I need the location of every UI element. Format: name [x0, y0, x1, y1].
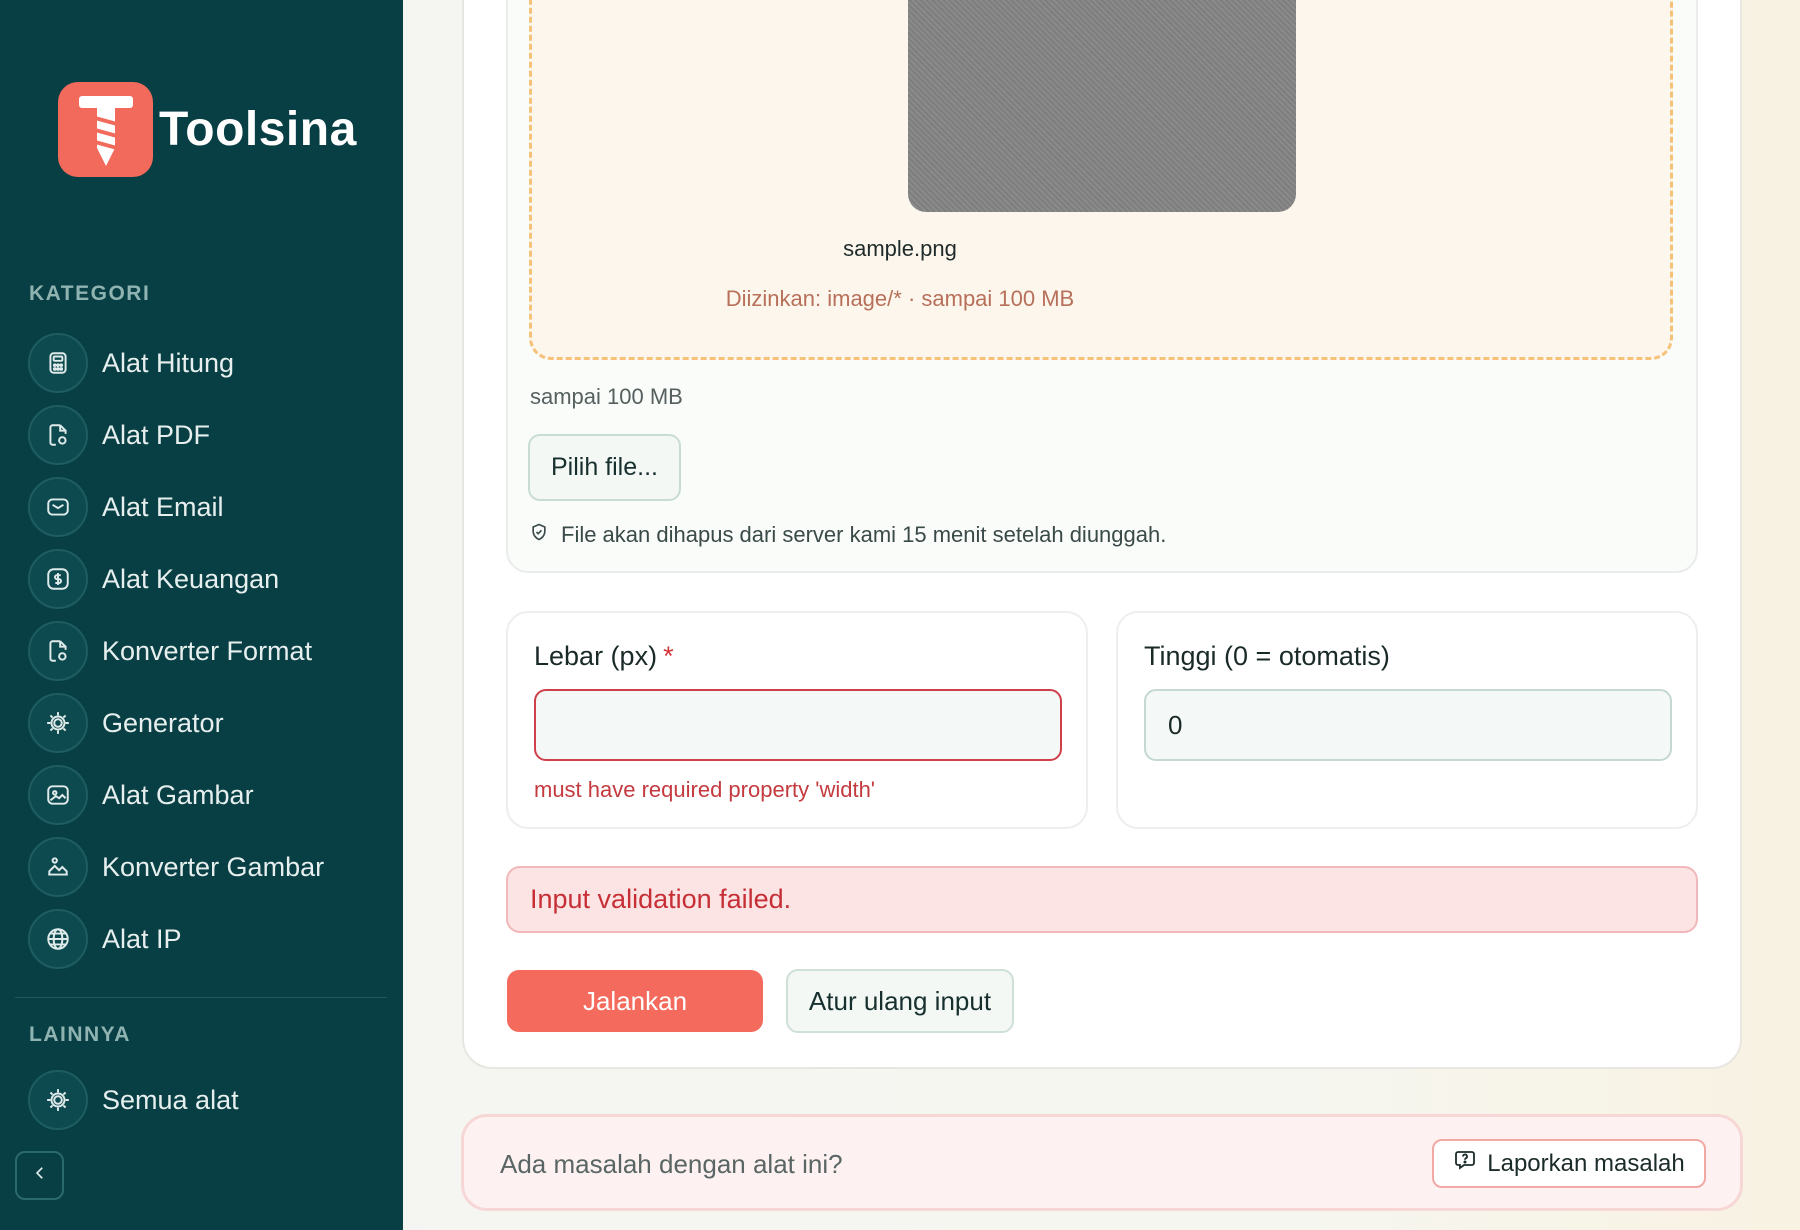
- width-label-text: Lebar (px): [534, 641, 658, 671]
- height-input[interactable]: [1144, 689, 1672, 761]
- sidebar-item-alat-keuangan[interactable]: Alat Keuangan: [28, 549, 388, 609]
- report-problem-button[interactable]: Laporkan masalah: [1432, 1139, 1706, 1188]
- sidebar-item-label: Generator: [102, 707, 224, 738]
- sidebar-item-label: Alat IP: [102, 923, 182, 954]
- size-limit-text: sampai 100 MB: [530, 384, 683, 409]
- chip-icon: [28, 1070, 88, 1130]
- image-preview: [908, 0, 1296, 212]
- screw-logo-icon: [58, 82, 153, 177]
- sidebar-item-label: Konverter Format: [102, 635, 313, 666]
- globe-icon: [28, 909, 88, 969]
- deletion-notice: File akan dihapus dari server kami 15 me…: [529, 522, 1166, 548]
- sidebar-item-alat-hitung[interactable]: Alat Hitung: [28, 333, 388, 393]
- sidebar-item-label: Konverter Gambar: [102, 851, 325, 882]
- collapse-sidebar-button[interactable]: [15, 1151, 64, 1200]
- pick-file-button[interactable]: Pilih file...: [528, 434, 681, 501]
- sidebar-item-label: Alat Keuangan: [102, 563, 280, 594]
- run-button[interactable]: Jalankan: [507, 970, 763, 1032]
- sidebar-item-label: Alat Gambar: [102, 779, 254, 810]
- chat-question-icon: [1453, 1148, 1477, 1179]
- validation-error-banner: Input validation failed.: [506, 866, 1698, 933]
- width-label: Lebar (px) *: [534, 641, 674, 672]
- sidebar-item-konverter-gambar[interactable]: Konverter Gambar: [28, 837, 388, 897]
- sidebar-item-label: Alat Hitung: [102, 347, 235, 378]
- image-convert-icon: [28, 837, 88, 897]
- sidebar-item-label: Alat PDF: [102, 419, 211, 450]
- sidebar: Toolsina KATEGORI Alat Hitung Alat PDF A…: [0, 0, 403, 1230]
- reset-input-button[interactable]: Atur ulang input: [786, 969, 1014, 1033]
- other-heading: LAINNYA: [29, 1023, 131, 1046]
- brand-name: Toolsina: [159, 103, 357, 156]
- calculator-icon: [28, 333, 88, 393]
- file-convert-icon: [28, 621, 88, 681]
- uploaded-file-name: sample.png: [843, 236, 957, 261]
- brand-logo[interactable]: Toolsina: [58, 82, 357, 177]
- required-mark: *: [663, 641, 674, 671]
- width-error-text: must have required property 'width': [534, 777, 876, 802]
- dollar-icon: [28, 549, 88, 609]
- report-bar: Ada masalah dengan alat ini? Laporkan ma…: [461, 1114, 1743, 1211]
- pdf-file-icon: [28, 405, 88, 465]
- report-button-label: Laporkan masalah: [1487, 1149, 1685, 1177]
- width-input[interactable]: [534, 689, 1062, 761]
- allowed-types-text: Diizinkan: image/* · sampai 100 MB: [725, 286, 1075, 311]
- width-field-card: Lebar (px) * must have required property …: [506, 611, 1088, 829]
- sidebar-item-label: Alat Email: [102, 491, 224, 522]
- sidebar-item-alat-gambar[interactable]: Alat Gambar: [28, 765, 388, 825]
- chevron-left-icon: [31, 1164, 49, 1187]
- shield-check-icon: [529, 522, 549, 548]
- sidebar-item-semua-alat[interactable]: Semua alat: [28, 1070, 388, 1130]
- chip-icon: [28, 693, 88, 753]
- sidebar-divider: [15, 997, 387, 998]
- height-label: Tinggi (0 = otomatis): [1144, 641, 1390, 671]
- height-field-card: Tinggi (0 = otomatis): [1116, 611, 1698, 829]
- mail-icon: [28, 477, 88, 537]
- sidebar-item-alat-ip[interactable]: Alat IP: [28, 909, 388, 969]
- sidebar-item-konverter-format[interactable]: Konverter Format: [28, 621, 388, 681]
- deletion-notice-text: File akan dihapus dari server kami 15 me…: [561, 522, 1167, 547]
- sidebar-item-label: Semua alat: [102, 1084, 239, 1115]
- sidebar-item-alat-email[interactable]: Alat Email: [28, 477, 388, 537]
- report-question: Ada masalah dengan alat ini?: [500, 1149, 843, 1179]
- sidebar-item-alat-pdf[interactable]: Alat PDF: [28, 405, 388, 465]
- image-icon: [28, 765, 88, 825]
- sidebar-item-generator[interactable]: Generator: [28, 693, 388, 753]
